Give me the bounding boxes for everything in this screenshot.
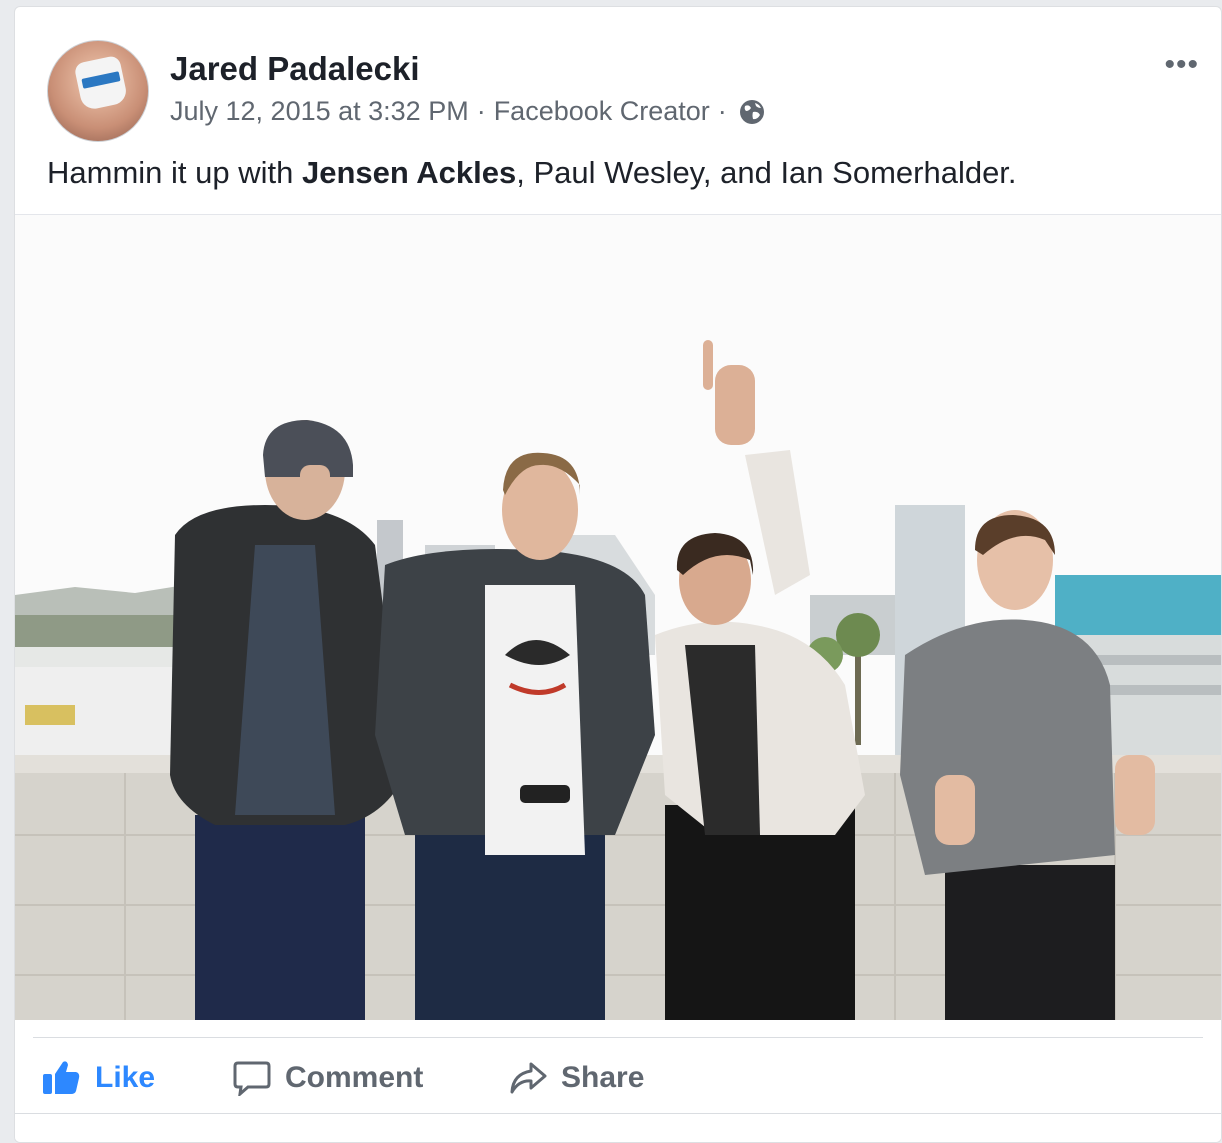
share-button[interactable]: Share (509, 1060, 644, 1096)
caption-text-suffix: , Paul Wesley, and Ian Somerhalder. (516, 155, 1017, 190)
comment-icon (233, 1061, 271, 1096)
meta-separator: · (717, 96, 727, 126)
globe-icon[interactable] (739, 99, 765, 125)
post-photo[interactable] (15, 214, 1221, 1020)
more-options-icon[interactable]: ••• (1164, 50, 1199, 80)
comment-button[interactable]: Comment (233, 1060, 423, 1096)
post-header: Jared Padalecki July 12, 2015 at 3:32 PM… (15, 7, 1221, 212)
avatar[interactable] (47, 40, 149, 142)
author-name[interactable]: Jared Padalecki (170, 50, 420, 88)
card-footer-divider (15, 1113, 1221, 1142)
like-label: Like (95, 1061, 156, 1094)
thumbs-up-icon (43, 1061, 80, 1094)
post-source[interactable]: Facebook Creator (494, 96, 710, 127)
post-caption: Hammin it up with Jensen Ackles, Paul We… (47, 155, 1017, 191)
share-label: Share (561, 1061, 645, 1094)
post-card: Jared Padalecki July 12, 2015 at 3:32 PM… (14, 6, 1222, 1143)
meta-separator: · (476, 96, 486, 126)
post-meta: July 12, 2015 at 3:32 PM · Facebook Crea… (170, 96, 765, 127)
post-timestamp[interactable]: July 12, 2015 at 3:32 PM (170, 96, 469, 127)
caption-text-prefix: Hammin it up with (47, 155, 302, 190)
action-bar: Like Comment Share (33, 1037, 1203, 1118)
share-arrow-icon (510, 1062, 547, 1094)
comment-label: Comment (285, 1061, 424, 1094)
like-button[interactable]: Like (41, 1060, 155, 1096)
caption-tagged-name[interactable]: Jensen Ackles (302, 155, 516, 190)
